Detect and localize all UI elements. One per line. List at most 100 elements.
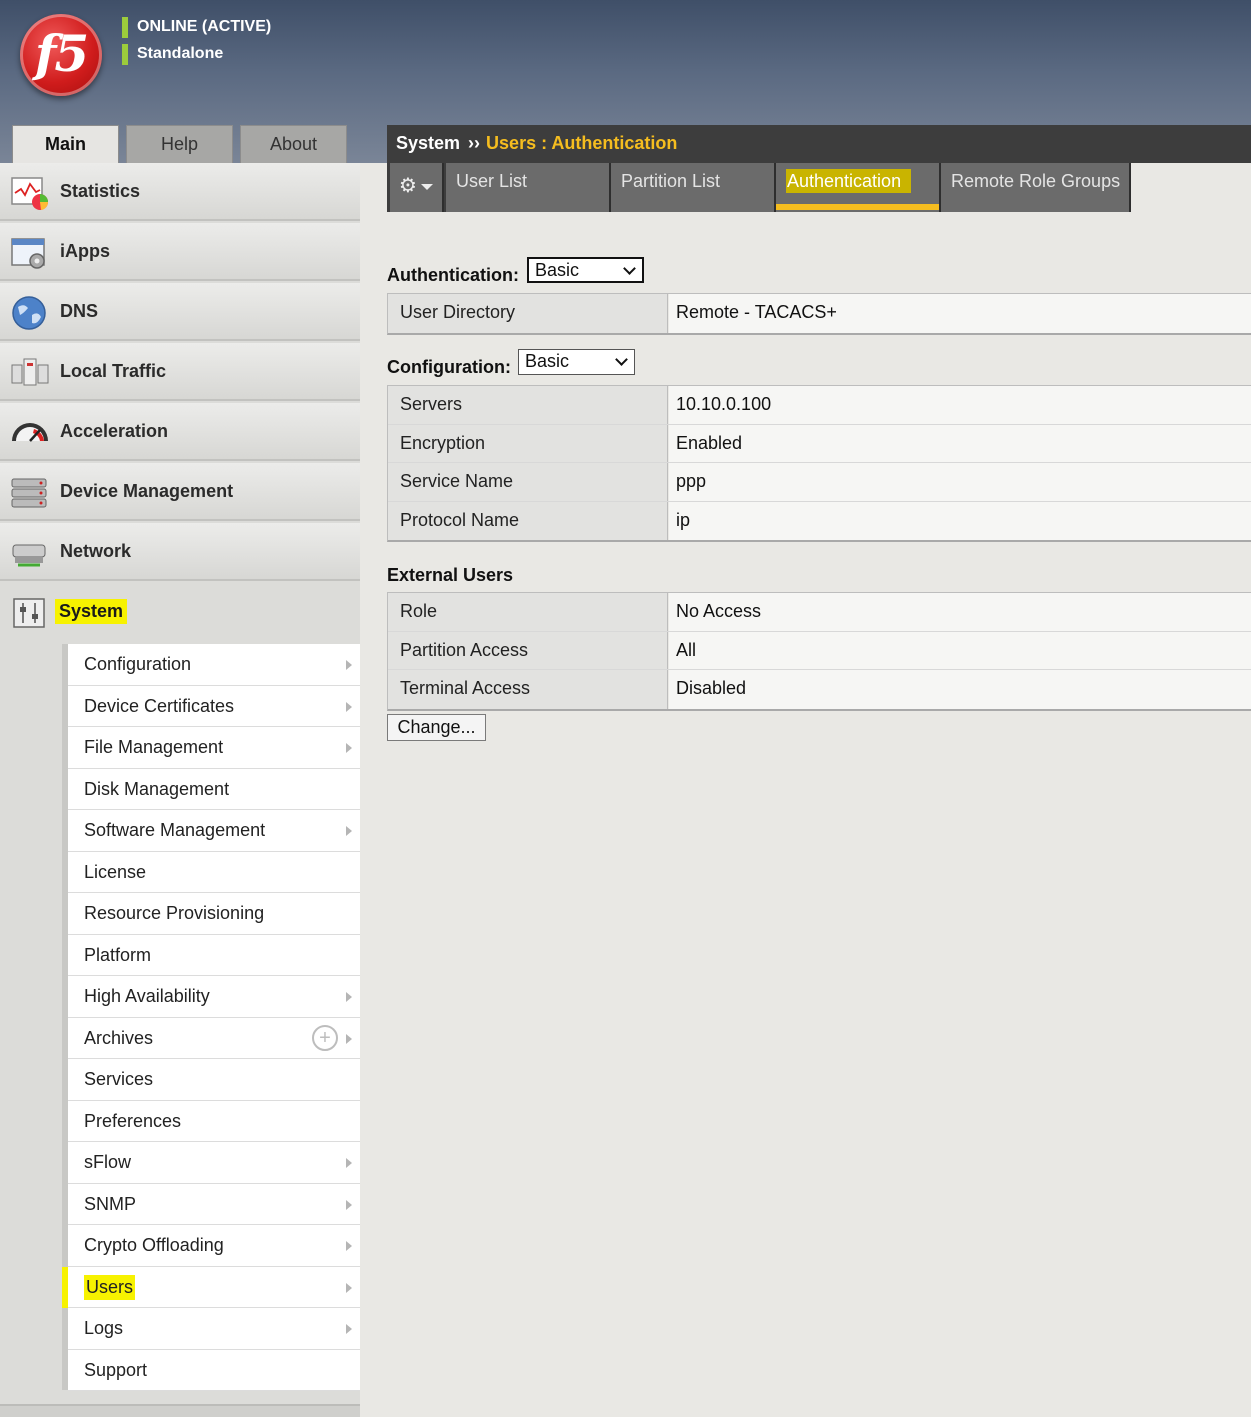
table-row: Terminal Access Disabled [388,670,1251,709]
breadcrumb: System ›› Users : Authentication [387,125,1251,163]
submenu-item-users[interactable]: Users [62,1266,360,1308]
logo-text: f5 [34,24,89,83]
submenu-item-archives[interactable]: Archives + [68,1017,360,1059]
chevron-right-icon [346,1282,352,1293]
submenu-item-device-certificates[interactable]: Device Certificates [68,685,360,727]
sidebar-item-acceleration[interactable]: Acceleration [0,403,360,461]
users-subtabs: ⚙ User List Partition List Authenticatio… [387,163,1131,212]
tab-about[interactable]: About [240,125,347,163]
f5-logo[interactable]: f5 [20,14,102,96]
sidebar-item-local-traffic[interactable]: Local Traffic [0,343,360,401]
submenu-item-logs[interactable]: Logs [68,1308,360,1350]
gear-icon: ⚙ [399,175,417,197]
table-row: Role No Access [388,593,1251,632]
tab-label: User List [456,171,528,191]
sidebar-item-label: Device Management [60,481,234,501]
system-sliders-icon [13,598,45,628]
configuration-table: Servers 10.10.0.100 Encryption Enabled Ser… [387,385,1251,542]
statistics-icon [11,177,49,210]
chevron-right-icon [346,701,352,712]
submenu-item-file-management[interactable]: File Management [68,727,360,769]
top-navigation: Main Help About [12,125,347,163]
table-row: Servers 10.10.0.100 [388,386,1251,425]
row-key: Partition Access [388,631,668,669]
submenu-item-services[interactable]: Services [68,1059,360,1101]
submenu-item-configuration[interactable]: Configuration [68,644,360,686]
sidebar-item-label: Acceleration [60,421,169,441]
table-row: User Directory Remote - TACACS+ [388,294,1251,333]
row-value: Remote - TACACS+ [669,294,1251,333]
row-key: Terminal Access [388,670,668,709]
tab-partition-list[interactable]: Partition List [611,163,776,212]
tab-authentication[interactable]: Authentication [776,163,941,212]
row-key: Role [388,593,668,631]
breadcrumb-separator: ›› [468,133,481,153]
local-traffic-icon [11,358,49,386]
change-button[interactable]: Change... [387,714,486,741]
sidebar-item-label: DNS [60,301,99,321]
tab-label: Authentication [786,169,912,193]
sidebar-item-statistics[interactable]: Statistics [0,163,360,221]
row-key: Protocol Name [388,501,668,540]
submenu-item-label: Device Certificates [84,695,235,716]
submenu-item-sflow[interactable]: sFlow [68,1142,360,1184]
sidebar-item-label: System [55,599,128,624]
chevron-right-icon [346,1199,352,1210]
submenu-item-label: License [84,861,147,882]
row-value: ppp [669,463,1251,501]
sidebar-item-dns[interactable]: DNS [0,283,360,341]
chevron-right-icon [346,826,352,836]
submenu-item-preferences[interactable]: Preferences [68,1100,360,1142]
submenu-item-disk-management[interactable]: Disk Management [68,768,360,810]
chevron-down-icon [623,262,636,275]
table-row: Protocol Name ip [388,501,1251,540]
submenu-item-label: Disk Management [84,778,230,799]
system-submenu: Configuration Device Certificates File M… [62,644,360,1391]
submenu-item-snmp[interactable]: SNMP [68,1183,360,1225]
sidebar-item-label: iApps [60,241,111,261]
tab-help[interactable]: Help [126,125,233,163]
gear-menu-button[interactable]: ⚙ [390,163,444,212]
external-users-label: External Users [387,565,514,585]
submenu-item-high-availability[interactable]: High Availability [68,976,360,1018]
sidebar-item-device-management[interactable]: Device Management [0,463,360,521]
submenu-item-crypto-offloading[interactable]: Crypto Offloading [68,1225,360,1267]
network-switch-icon [12,544,46,567]
breadcrumb-current: Users : Authentication [486,133,678,153]
chevron-down-icon [615,353,628,366]
tab-main[interactable]: Main [12,125,119,163]
authentication-select[interactable]: Basic [527,257,644,283]
chevron-right-icon [346,1324,352,1334]
chevron-right-icon [346,1241,352,1251]
submenu-item-label: Software Management [84,820,266,840]
sidebar-item-network[interactable]: Network [0,523,360,581]
submenu-item-label: Preferences [84,1110,182,1131]
configuration-select[interactable]: Basic [518,349,635,375]
breadcrumb-root[interactable]: System [396,133,460,153]
submenu-item-software-management[interactable]: Software Management [68,810,360,852]
submenu-item-label: Resource Provisioning [84,903,265,923]
authentication-label: Authentication: [387,265,519,285]
sidebar-item-label: Local Traffic [60,361,167,381]
dns-globe-icon [12,296,46,330]
row-value: Enabled [669,424,1251,462]
sidebar-item-system[interactable]: System [0,583,360,641]
sidebar-item-iapps[interactable]: iApps [0,223,360,281]
sidebar-footer [0,1404,360,1417]
submenu-item-label: Configuration [84,654,192,674]
external-users-table: Role No Access Partition Access All Termin… [387,592,1251,711]
submenu-item-support[interactable]: Support [68,1349,360,1391]
submenu-item-label: Services [84,1069,154,1089]
chevron-right-icon [346,660,352,670]
submenu-item-platform[interactable]: Platform [68,934,360,976]
submenu-item-license[interactable]: License [68,851,360,893]
row-value: All [669,631,1251,669]
submenu-item-resource-provisioning[interactable]: Resource Provisioning [68,893,360,935]
tab-user-list[interactable]: User List [446,163,611,212]
submenu-item-label: Support [84,1359,148,1380]
chevron-right-icon [346,743,352,753]
add-circle-icon[interactable]: + [312,1024,338,1051]
tab-remote-role-groups[interactable]: Remote Role Groups [941,163,1131,212]
chevron-right-icon [346,992,352,1002]
select-value: Basic [525,351,570,371]
